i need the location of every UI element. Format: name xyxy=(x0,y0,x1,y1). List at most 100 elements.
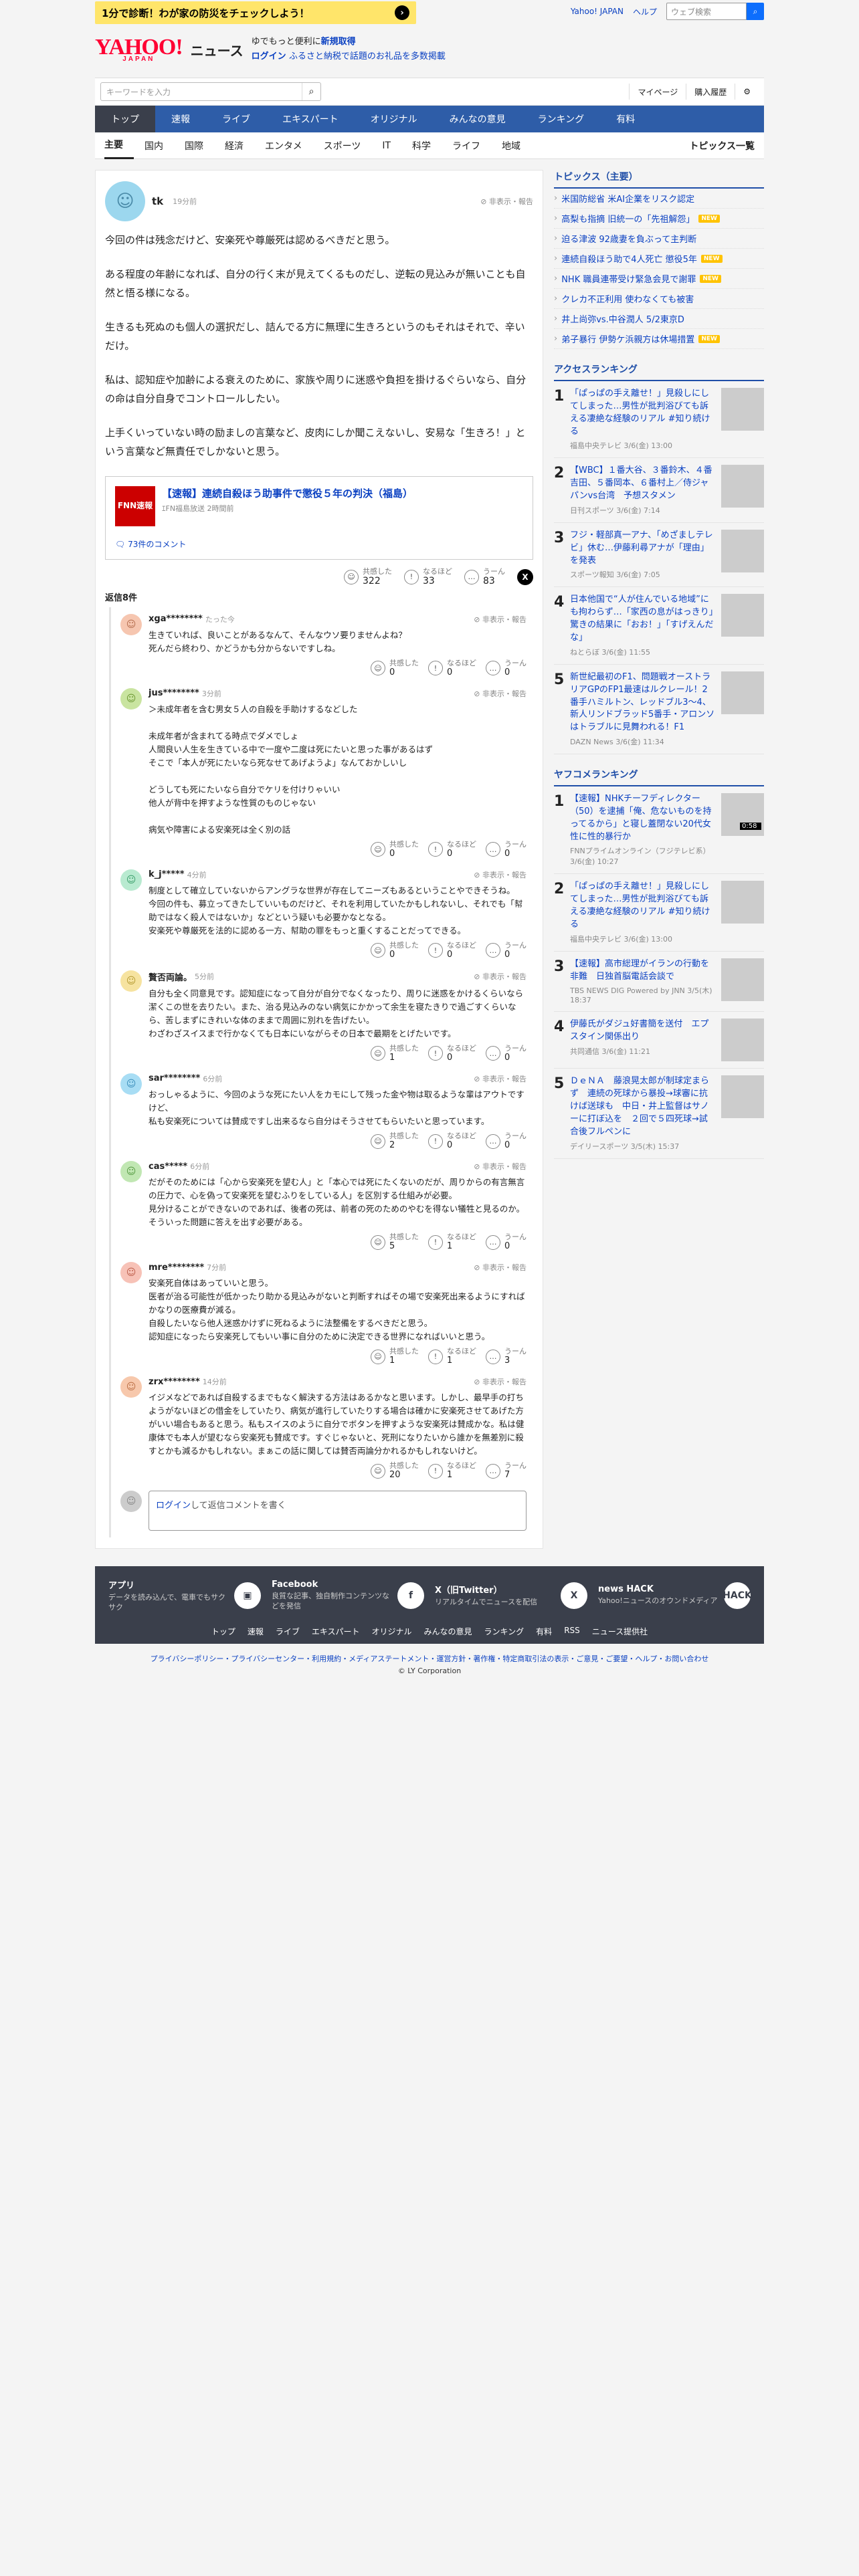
login-link[interactable]: ログイン xyxy=(252,51,286,62)
kyokan-button[interactable]: ☺ 共感した 2 xyxy=(371,1132,419,1150)
ranking-item[interactable]: 1 「ぱっぱの手え離せ！」見殺しにしてしまった…男性が批判浴びても訴える凄絶な経験… xyxy=(554,381,764,459)
yahoo-logo[interactable]: YAHOO! JAPAN xyxy=(95,36,183,63)
rank-title[interactable]: 「ぱっぱの手え離せ！」見殺しにしてしまった…男性が批判浴びても訴える凄絶な経験の… xyxy=(570,388,716,438)
reply-user[interactable]: k_j***** xyxy=(149,869,185,879)
uun-button[interactable]: … うーん 83 xyxy=(464,567,505,586)
cat-entertainment[interactable]: エンタメ xyxy=(265,139,313,152)
article-title[interactable]: 【速報】連続自殺ほう助事件で懲役５年の判決（福島） xyxy=(162,486,413,502)
topic-link[interactable]: 弟子暴行 伊勢ケ浜親方は休場措置 xyxy=(561,332,694,345)
kyokan-button[interactable]: ☺ 共感した 20 xyxy=(371,1462,419,1480)
comment-user[interactable]: tk xyxy=(152,195,163,207)
gnav-ranking[interactable]: ランキング xyxy=(522,106,601,132)
gnav-opinion[interactable]: みんなの意見 xyxy=(434,106,522,132)
disaster-banner[interactable]: 1分で診断！わが家の防災をチェックしよう！ › xyxy=(95,1,416,24)
topic-item[interactable]: › 米国防総省 米AI企業をリスク認定 xyxy=(554,189,764,209)
search-icon[interactable]: ⌕ xyxy=(302,83,320,100)
topic-link[interactable]: 米国防総省 米AI企業をリスク認定 xyxy=(561,192,694,205)
uun-button[interactable]: … うーん 0 xyxy=(486,941,527,960)
rank-title[interactable]: 【速報】NHKチーフディレクター（50）を逮捕「俺、危ないものを持ってるから」と… xyxy=(570,793,716,843)
kyokan-button[interactable]: ☺ 共感した 322 xyxy=(344,567,392,586)
reply-user[interactable]: sar******** xyxy=(149,1073,200,1083)
reply-user[interactable]: xga******** xyxy=(149,614,203,624)
cat-sports[interactable]: スポーツ xyxy=(324,139,372,152)
topics-list-link[interactable]: トピックス一覧 xyxy=(689,139,755,152)
topic-link[interactable]: 迫る津波 92歳妻を負ぶって主判断 xyxy=(561,232,696,245)
footer-link[interactable]: トップ xyxy=(211,1626,235,1637)
topic-link[interactable]: 連続自殺ほう助で4人死亡 懲役5年 xyxy=(561,252,697,265)
reply-user[interactable]: mre******** xyxy=(149,1263,204,1273)
ranking-item[interactable]: 3 【速報】高市総理がイランの行動を非難 日独首脳電話会談で TBS NEWS DI… xyxy=(554,952,764,1012)
footer-col[interactable]: news HACK Yahoo!ニュースのオウンドメディア HACK xyxy=(598,1578,752,1612)
naruhodo-button[interactable]: ! なるほど 0 xyxy=(428,1044,476,1063)
footer-link[interactable]: みんなの意見 xyxy=(424,1626,472,1637)
history-link[interactable]: 購入履歴 xyxy=(686,84,735,100)
hide-report-link[interactable]: ⊘ 非表示・報告 xyxy=(474,971,527,982)
rank-title[interactable]: 【WBC】１番大谷、３番鈴木、４番吉田、５番岡本、６番村上／侍ジャパンvs台湾 … xyxy=(570,465,716,503)
footer-link[interactable]: ニュース提供社 xyxy=(592,1626,648,1637)
reply-user[interactable]: cas***** xyxy=(149,1162,187,1172)
legal-links[interactable]: プライバシーポリシー・プライバシーセンター・利用規約・メディアステートメント・運… xyxy=(95,1653,764,1664)
ranking-item[interactable]: 4 伊藤氏がダジュ好書簡を送付 エプスタイン関係出り 共同通信 3/6(金) 11:… xyxy=(554,1012,764,1069)
keyword-input[interactable]: キーワードを入力 xyxy=(101,86,302,98)
gear-icon[interactable]: ⚙ xyxy=(735,84,759,100)
rank-title[interactable]: 「ぱっぱの手え離せ！」見殺しにしてしまった…男性が批判浴びても訴える凄絶な経験の… xyxy=(570,881,716,931)
hide-report-link[interactable]: ⊘ 非表示・報告 xyxy=(474,614,527,625)
signup-link[interactable]: 新規取得 xyxy=(321,37,356,47)
kyokan-button[interactable]: ☺ 共感した 0 xyxy=(371,659,419,677)
ranking-item[interactable]: 1 【速報】NHKチーフディレクター（50）を逮捕「俺、危ないものを持ってるから」… xyxy=(554,786,764,875)
reply-input[interactable]: ログインして返信コメントを書く xyxy=(149,1491,527,1531)
rank-title[interactable]: ＤｅＮＡ 藤浪晃太郎が制球定まらず 連続の死球から暴投→球審に抗けば送球も 中日… xyxy=(570,1075,716,1138)
gnav-breaking[interactable]: 速報 xyxy=(155,106,206,132)
naruhodo-button[interactable]: ! なるほど 1 xyxy=(428,1348,476,1366)
footer-col[interactable]: Facebook 良質な記事、独自制作コンテンツなどを発信 f xyxy=(272,1578,424,1612)
rank-title[interactable]: 伊藤氏がダジュ好書簡を送付 エプスタイン関係出り xyxy=(570,1018,716,1044)
topic-item[interactable]: › 弟子暴行 伊勢ケ浜親方は休場措置 NEW xyxy=(554,329,764,349)
cat-science[interactable]: 科学 xyxy=(412,139,442,152)
footer-link[interactable]: 速報 xyxy=(248,1626,264,1637)
cat-life[interactable]: ライフ xyxy=(452,139,491,152)
footer-link[interactable]: ランキング xyxy=(484,1626,524,1637)
hide-report-link[interactable]: ⊘ 非表示・報告 xyxy=(474,1161,527,1172)
gnav-paid[interactable]: 有料 xyxy=(600,106,651,132)
ranking-item[interactable]: 2 【WBC】１番大谷、３番鈴木、４番吉田、５番岡本、６番村上／侍ジャパンvs台湾… xyxy=(554,458,764,523)
uun-button[interactable]: … うーん 0 xyxy=(486,1232,527,1251)
footer-link[interactable]: エキスパート xyxy=(312,1626,360,1637)
naruhodo-button[interactable]: ! なるほど 0 xyxy=(428,659,476,677)
uun-button[interactable]: … うーん 0 xyxy=(486,1132,527,1150)
hide-report-link[interactable]: ⊘ 非表示・報告 xyxy=(474,1376,527,1387)
cat-local[interactable]: 地域 xyxy=(502,139,531,152)
cat-economy[interactable]: 経済 xyxy=(225,139,254,152)
footer-link[interactable]: 有料 xyxy=(536,1626,552,1637)
reply-user[interactable]: zrx******** xyxy=(149,1377,200,1387)
furusato-link[interactable]: ふるさと納税で話題のお礼品を多数掲載 xyxy=(289,51,446,62)
topic-item[interactable]: › NHK 職員連帯受け緊急会見で謝罪 NEW xyxy=(554,269,764,289)
topic-link[interactable]: クレカ不正利用 使わなくても被害 xyxy=(561,292,694,305)
topic-link[interactable]: 井上尚弥vs.中谷潤人 5/2東京D xyxy=(561,312,684,325)
topic-item[interactable]: › 井上尚弥vs.中谷潤人 5/2東京D xyxy=(554,309,764,329)
gnav-original[interactable]: オリジナル xyxy=(355,106,434,132)
ranking-item[interactable]: 3 フジ・軽部真一アナ、「めざましテレビ」休む…伊藤利尋アナが「理由」を発表 スポー… xyxy=(554,523,764,588)
footer-link[interactable]: RSS xyxy=(564,1626,580,1637)
topic-item[interactable]: › 高梨も指摘 旧統一の「先祖解怨」 NEW xyxy=(554,209,764,229)
naruhodo-button[interactable]: ! なるほど 0 xyxy=(428,840,476,859)
cat-it[interactable]: IT xyxy=(382,140,401,151)
uun-button[interactable]: … うーん 3 xyxy=(486,1348,527,1366)
kyokan-button[interactable]: ☺ 共感した 1 xyxy=(371,1044,419,1063)
cat-main[interactable]: 主要 xyxy=(104,132,134,159)
topic-item[interactable]: › クレカ不正利用 使わなくても被害 xyxy=(554,289,764,309)
hide-report-link[interactable]: ⊘ 非表示・報告 xyxy=(474,1262,527,1273)
article-card[interactable]: FNN速報 【速報】連続自殺ほう助事件で懲役５年の判決（福島） ｴFN福島放送 … xyxy=(105,475,533,560)
article-comment-count[interactable]: 🗨 73件のコメント xyxy=(115,538,523,550)
kyokan-button[interactable]: ☺ 共感した 0 xyxy=(371,840,419,859)
gnav-live[interactable]: ライブ xyxy=(206,106,266,132)
hide-report-link[interactable]: ⊘ 非表示・報告 xyxy=(474,1073,527,1084)
topic-item[interactable]: › 連続自殺ほう助で4人死亡 懲役5年 NEW xyxy=(554,249,764,269)
kyokan-button[interactable]: ☺ 共感した 1 xyxy=(371,1348,419,1366)
naruhodo-button[interactable]: ! なるほど 1 xyxy=(428,1232,476,1251)
naruhodo-button[interactable]: ! なるほど 0 xyxy=(428,1132,476,1150)
reply-user[interactable]: 贅否両論。 xyxy=(149,970,192,983)
cat-world[interactable]: 国際 xyxy=(185,139,214,152)
rank-title[interactable]: 新世紀最初のF1、問題戦オーストラリアGPのFP1最速はルクレール！2番手ハミル… xyxy=(570,671,716,734)
naruhodo-button[interactable]: ! なるほど 0 xyxy=(428,941,476,960)
topic-item[interactable]: › 迫る津波 92歳妻を負ぶって主判断 xyxy=(554,229,764,249)
